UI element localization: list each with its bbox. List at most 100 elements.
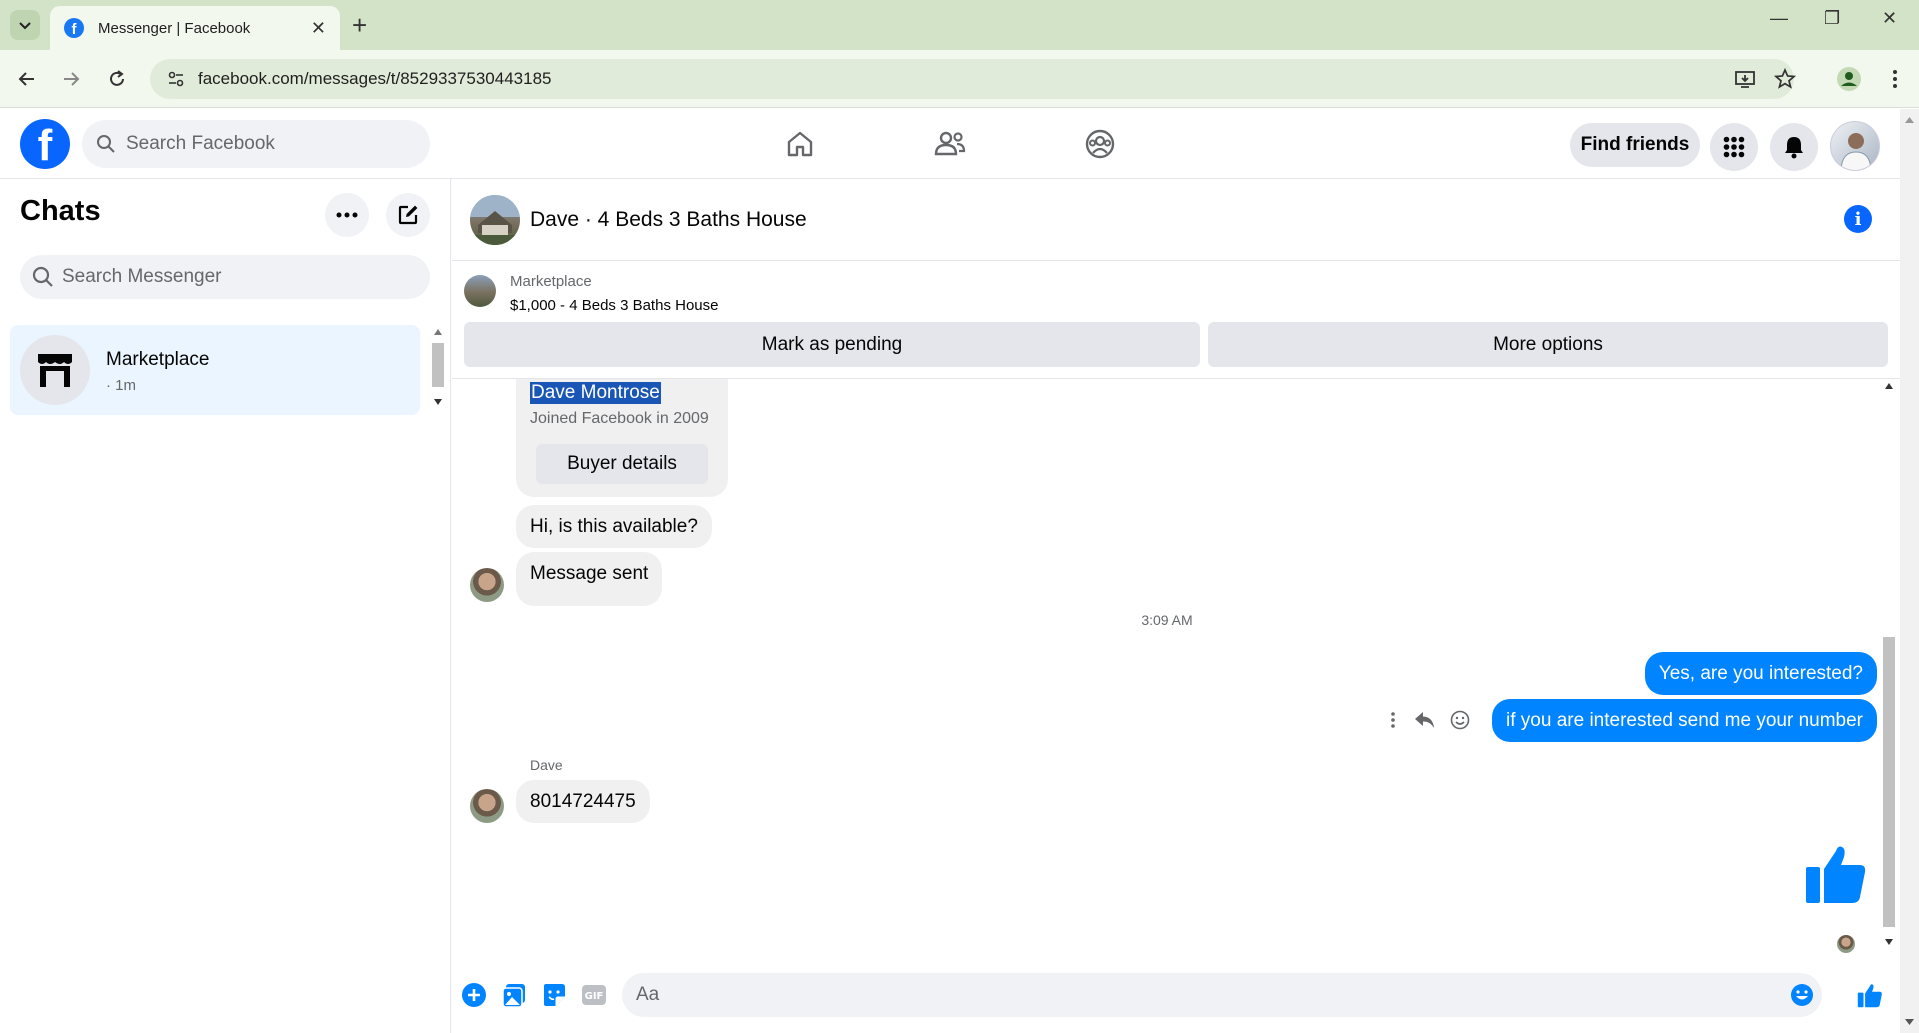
message-composer: GIF bbox=[452, 959, 1900, 1033]
browser-menu-icon[interactable] bbox=[1880, 64, 1910, 94]
new-tab-button[interactable]: + bbox=[352, 10, 367, 40]
reload-icon bbox=[110, 70, 124, 86]
close-window-button[interactable]: ✕ bbox=[1882, 8, 1897, 29]
more-options-button[interactable]: More options bbox=[1208, 322, 1888, 367]
sticker-icon[interactable] bbox=[540, 981, 568, 1009]
incoming-message[interactable]: 8014724475 bbox=[516, 780, 650, 823]
scroll-up-icon[interactable] bbox=[434, 329, 442, 335]
buyer-details-button[interactable]: Buyer details bbox=[536, 444, 708, 484]
buyer-joined-text: Joined Facebook in 2009 bbox=[530, 410, 709, 427]
sender-avatar[interactable] bbox=[470, 568, 504, 602]
listing-thumbnail[interactable] bbox=[464, 275, 496, 307]
react-emoji-icon[interactable] bbox=[1448, 709, 1472, 731]
listing-price-title[interactable]: $1,000 - 4 Beds 3 Baths House bbox=[510, 297, 718, 314]
reply-icon[interactable] bbox=[1412, 709, 1438, 731]
profile-icon[interactable] bbox=[1834, 64, 1864, 94]
grid-icon bbox=[1723, 136, 1745, 158]
incoming-message[interactable]: Hi, is this available? bbox=[516, 505, 712, 548]
chat-list-scroll-thumb[interactable] bbox=[432, 343, 444, 387]
marketplace-listing-bar: Marketplace $1,000 - 4 Beds 3 Baths Hous… bbox=[452, 261, 1900, 379]
search-icon bbox=[32, 266, 53, 287]
page-scrollbar[interactable] bbox=[1900, 109, 1919, 1033]
chats-options-button[interactable] bbox=[325, 193, 369, 237]
arrow-right-icon bbox=[64, 72, 80, 86]
message-input[interactable] bbox=[636, 984, 1736, 1006]
emoji-icon[interactable] bbox=[1790, 983, 1814, 1007]
outgoing-message[interactable]: if you are interested send me your numbe… bbox=[1492, 699, 1877, 742]
forward-button[interactable] bbox=[56, 64, 86, 94]
mark-as-pending-button[interactable]: Mark as pending bbox=[464, 322, 1200, 367]
url-text: facebook.com/messages/t/8529337530443185 bbox=[198, 69, 552, 88]
thread-scrollbar[interactable] bbox=[1880, 379, 1898, 949]
new-message-button[interactable] bbox=[386, 193, 430, 237]
incoming-message[interactable]: Message sent bbox=[516, 552, 663, 606]
scroll-down-icon[interactable] bbox=[1905, 1019, 1914, 1025]
restore-button[interactable]: ❐ bbox=[1824, 8, 1840, 29]
sender-name-label: Dave bbox=[530, 757, 563, 773]
notifications-button[interactable] bbox=[1770, 123, 1818, 171]
chat-list-scrollbar[interactable] bbox=[430, 325, 446, 415]
chat-item-name: Marketplace bbox=[106, 349, 210, 370]
tab-search-button[interactable] bbox=[10, 10, 40, 40]
facebook-search-input[interactable] bbox=[126, 133, 406, 155]
address-bar[interactable]: facebook.com/messages/t/8529337530443185 bbox=[150, 59, 1794, 99]
marketplace-store-icon bbox=[20, 335, 90, 405]
facebook-logo-icon[interactable]: f bbox=[20, 119, 70, 169]
conversation-title[interactable]: Dave · 4 Beds 3 Baths House bbox=[530, 208, 807, 232]
arrow-left-icon bbox=[18, 72, 34, 86]
svg-text:GIF: GIF bbox=[585, 991, 604, 1002]
tab-title: Messenger | Facebook bbox=[98, 19, 251, 37]
message-timestamp: 3:09 AM bbox=[1141, 612, 1193, 628]
message-more-icon[interactable] bbox=[1382, 709, 1404, 731]
buyer-name: Dave Montrose bbox=[530, 382, 661, 404]
thumbs-up-sticker-icon[interactable] bbox=[1804, 841, 1868, 905]
listing-avatar[interactable] bbox=[470, 195, 520, 245]
more-actions-plus-icon[interactable] bbox=[460, 981, 488, 1009]
back-button[interactable] bbox=[12, 64, 42, 94]
home-icon[interactable] bbox=[780, 124, 820, 164]
chat-list-item[interactable]: Marketplace · 1m bbox=[10, 325, 420, 415]
scroll-down-icon[interactable] bbox=[434, 399, 442, 405]
install-app-icon[interactable] bbox=[1730, 64, 1760, 94]
browser-toolbar: facebook.com/messages/t/8529337530443185 bbox=[0, 50, 1919, 108]
menu-grid-button[interactable] bbox=[1710, 123, 1758, 171]
info-icon[interactable]: i bbox=[1844, 205, 1872, 233]
scroll-down-icon[interactable] bbox=[1885, 939, 1893, 945]
message-input-box[interactable] bbox=[622, 973, 1822, 1017]
sender-avatar[interactable] bbox=[470, 789, 504, 823]
tab-close-icon[interactable]: ✕ bbox=[311, 18, 326, 39]
scroll-up-icon[interactable] bbox=[1905, 117, 1914, 123]
send-like-icon[interactable] bbox=[1856, 981, 1884, 1009]
reload-button[interactable] bbox=[102, 64, 132, 94]
attach-photo-icon[interactable] bbox=[500, 981, 528, 1009]
site-settings-icon[interactable] bbox=[164, 67, 188, 91]
friends-icon[interactable] bbox=[930, 124, 970, 164]
conversation-panel: Dave · 4 Beds 3 Baths House i Marketplac… bbox=[452, 179, 1900, 1033]
browser-tab-messenger[interactable]: f Messenger | Facebook ✕ bbox=[50, 6, 340, 50]
bookmark-star-icon[interactable] bbox=[1770, 64, 1800, 94]
conversation-header: Dave · 4 Beds 3 Baths House i bbox=[452, 179, 1900, 261]
bell-icon bbox=[1785, 137, 1803, 159]
messenger-search-input[interactable] bbox=[62, 266, 402, 288]
scroll-up-icon[interactable] bbox=[1885, 383, 1893, 389]
minimize-button[interactable]: — bbox=[1770, 8, 1788, 29]
facebook-header: f Find friends bbox=[0, 109, 1900, 179]
compose-icon bbox=[398, 205, 418, 225]
facebook-favicon-icon: f bbox=[64, 18, 84, 38]
account-avatar[interactable] bbox=[1830, 121, 1880, 171]
thread-scroll-thumb[interactable] bbox=[1883, 637, 1895, 927]
find-friends-button[interactable]: Find friends bbox=[1570, 123, 1700, 167]
chat-item-time: · 1m bbox=[106, 377, 136, 394]
chats-title: Chats bbox=[20, 195, 101, 227]
marketplace-label: Marketplace bbox=[510, 273, 592, 290]
browser-tab-strip: f Messenger | Facebook ✕ + — ❐ ✕ bbox=[0, 0, 1919, 50]
search-icon bbox=[97, 135, 115, 153]
groups-icon[interactable] bbox=[1080, 124, 1120, 164]
messenger-search-box[interactable] bbox=[20, 255, 430, 299]
chats-panel: Chats Marketplace · 1m bbox=[0, 179, 451, 1033]
message-thread: Dave Montrose Joined Facebook in 2009 Bu… bbox=[452, 379, 1882, 959]
chevron-down-icon bbox=[19, 22, 31, 30]
outgoing-message[interactable]: Yes, are you interested? bbox=[1644, 652, 1877, 695]
gif-icon[interactable]: GIF bbox=[580, 981, 608, 1009]
facebook-search-box[interactable] bbox=[82, 120, 430, 168]
